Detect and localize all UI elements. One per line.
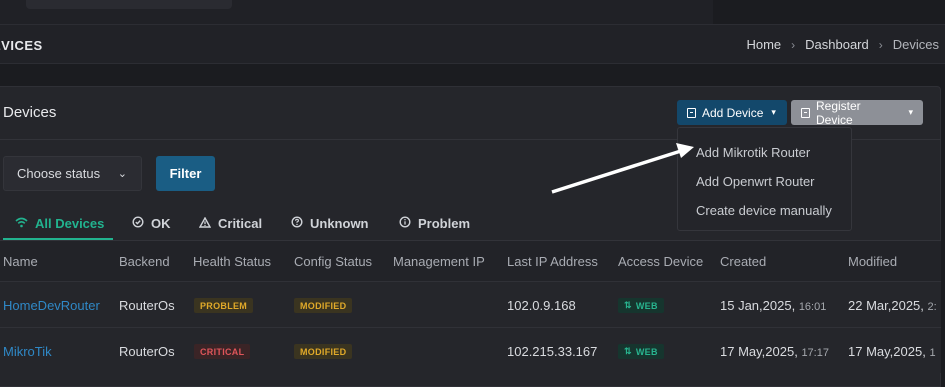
tab-label: All Devices [35,216,105,231]
created-cell: 17 May,2025, 17:17 [720,344,829,359]
config-status-badge: MODIFIED [294,298,353,313]
swap-arrows-icon: ⇅ [624,300,632,310]
question-circle-icon [291,216,303,231]
health-status-badge: PROBLEM [194,298,254,313]
column-header[interactable]: Access Device [618,254,703,269]
web-access-button[interactable]: ⇅ WEB [618,344,664,359]
column-header[interactable]: Last IP Address [507,254,598,269]
page-header: EVICES Home › Dashboard › Devices [0,24,945,64]
status-select[interactable]: Choose status ⌄ [3,156,142,191]
created-time: 17:17 [801,347,829,359]
created-date: 15 Jan,2025, [720,298,796,313]
table-row[interactable]: MikroTik RouterOs CRITICAL MODIFIED 102.… [0,327,941,373]
backend-cell: RouterOs [119,298,175,313]
created-date: 17 May,2025, [720,344,798,359]
top-bar [0,0,945,24]
last-ip-cell: 102.215.33.167 [507,344,598,359]
warning-triangle-icon [198,216,212,231]
swap-arrows-icon: ⇅ [624,346,632,356]
right-edge [941,64,945,387]
table-row[interactable]: HomeDevRouter RouterOs PROBLEM MODIFIED … [0,281,941,327]
tab-critical[interactable]: Critical [198,216,263,231]
created-cell: 15 Jan,2025, 16:01 [720,298,826,313]
menu-item-create-manually[interactable]: Create device manually [696,203,832,218]
web-access-button[interactable]: ⇅ WEB [618,298,664,313]
chevron-down-icon: ⌄ [117,168,127,180]
modified-time: 2: [927,301,937,313]
chevron-down-icon: ▾ [908,107,913,117]
tab-all-devices[interactable]: All Devices [15,216,104,231]
tab-label: Unknown [310,216,369,231]
tab-problem[interactable]: Problem [399,216,470,231]
modified-time: 1 [929,347,936,359]
chevron-right-icon: › [878,37,883,52]
column-header[interactable]: Management IP [393,254,485,269]
created-time: 16:01 [798,301,827,313]
search-box[interactable] [26,0,232,9]
file-plus-icon [687,107,696,118]
access-label: WEB [635,346,658,357]
info-circle-icon [399,216,411,231]
add-device-menu: Add Mikrotik Router Add Openwrt Router C… [677,127,852,231]
file-plus-icon [801,107,810,118]
tab-label: Critical [218,216,263,231]
page-title: EVICES [0,38,43,53]
backend-cell: RouterOs [119,344,175,359]
top-bar-left [0,0,713,24]
device-name-link[interactable]: HomeDevRouter [3,298,100,313]
column-header[interactable]: Created [720,254,766,269]
wifi-icon [15,217,28,231]
tab-ok[interactable]: OK [132,216,171,231]
tab-unknown[interactable]: Unknown [291,216,369,231]
last-ip-cell: 102.0.9.168 [507,298,576,313]
breadcrumb-devices: Devices [892,37,939,52]
register-device-label: Register Device [815,98,861,127]
modified-date: 22 Mar,2025, [848,298,924,313]
device-name-link[interactable]: MikroTik [3,344,52,359]
column-header[interactable]: Config Status [294,254,372,269]
menu-item-add-openwrt[interactable]: Add Openwrt Router [696,174,815,189]
modified-date: 17 May,2025, [848,344,926,359]
menu-item-add-mikrotik[interactable]: Add Mikrotik Router [696,145,810,160]
card-title: Devices [3,104,57,121]
chevron-right-icon: › [791,37,796,52]
breadcrumb-home[interactable]: Home [746,37,781,52]
filter-button[interactable]: Filter [156,156,215,191]
config-status-badge: MODIFIED [294,344,353,359]
tab-label: Problem [418,216,471,231]
status-select-value: Choose status [17,166,101,181]
column-header[interactable]: Health Status [193,254,271,269]
chevron-down-icon: ▾ [771,107,776,117]
tab-label: OK [151,216,171,231]
check-circle-icon [132,216,144,231]
breadcrumb-dashboard[interactable]: Dashboard [805,37,869,52]
register-device-button[interactable]: Register Device ▾ [791,98,923,127]
breadcrumb: Home › Dashboard › Devices [746,37,939,52]
column-header[interactable]: Modified [848,254,897,269]
add-device-label: Add Device [702,105,764,120]
table-header: Name Backend Health Status Config Status… [0,241,941,281]
modified-cell: 22 Mar,2025, 2: [848,298,937,313]
column-header[interactable]: Backend [119,254,170,269]
modified-cell: 17 May,2025, 1 [848,344,936,359]
column-header[interactable]: Name [3,254,38,269]
access-label: WEB [635,300,658,311]
health-status-badge: CRITICAL [194,344,251,359]
add-device-button[interactable]: Add Device ▾ [677,100,787,125]
